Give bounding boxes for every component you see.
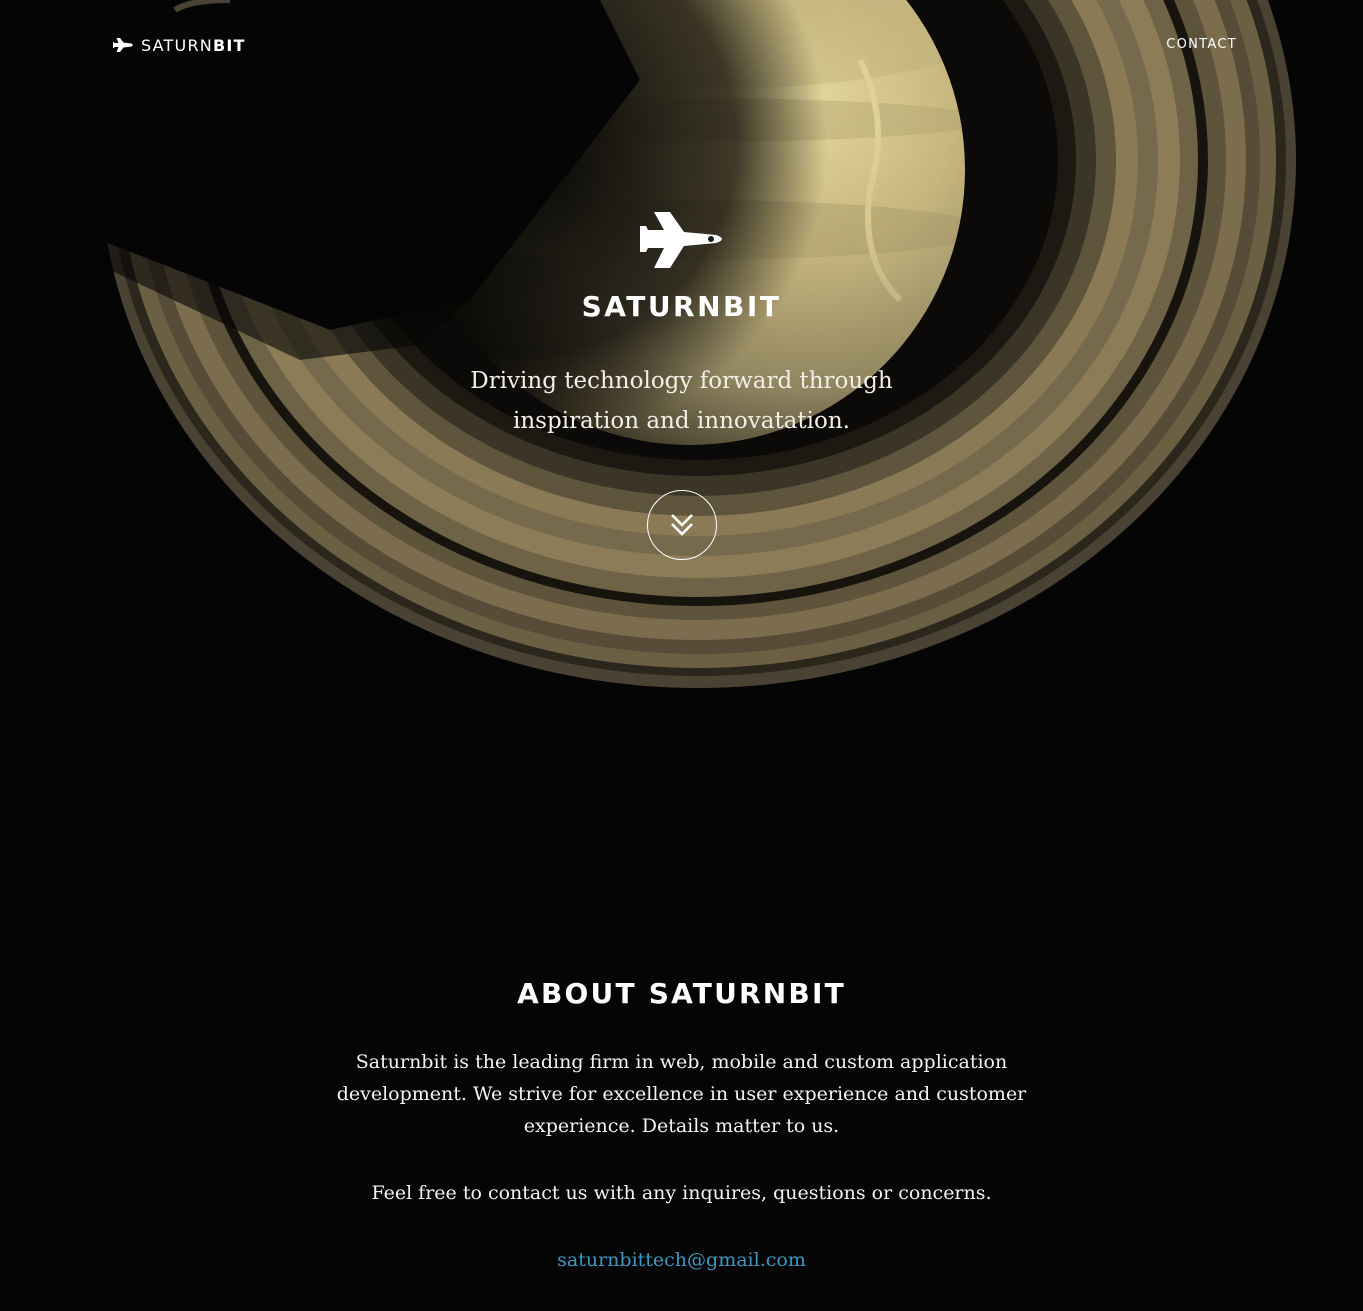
about-title: ABOUT SATURNBIT xyxy=(517,977,846,1010)
space-shuttle-icon xyxy=(113,38,133,52)
email-wrapper: saturnbittech@gmail.com xyxy=(0,1244,1363,1276)
hero-section: SATURNBIT CONTACT SATURNBIT Driving tech… xyxy=(0,0,1363,860)
email-link[interactable]: saturnbittech@gmail.com xyxy=(557,1249,806,1271)
scroll-down-button[interactable] xyxy=(647,490,717,560)
brand-name-bold: BIT xyxy=(212,35,246,55)
brand-name: SATURNBIT xyxy=(141,36,246,55)
brand-logo-link[interactable]: SATURNBIT xyxy=(112,36,246,55)
about-paragraph: Saturnbit is the leading firm in web, mo… xyxy=(336,1051,1027,1137)
top-navbar: SATURNBIT CONTACT xyxy=(0,0,1363,90)
double-chevron-down-icon xyxy=(671,514,693,536)
brand-name-light: SATURN xyxy=(141,35,213,55)
nav-contact-link[interactable]: CONTACT xyxy=(1166,37,1237,52)
about-contact-line: Feel free to contact us with any inquire… xyxy=(371,1182,992,1204)
hero-title: SATURNBIT xyxy=(581,290,782,323)
hero-tagline: Driving technology forward through inspi… xyxy=(470,368,893,434)
space-shuttle-icon xyxy=(640,212,722,268)
